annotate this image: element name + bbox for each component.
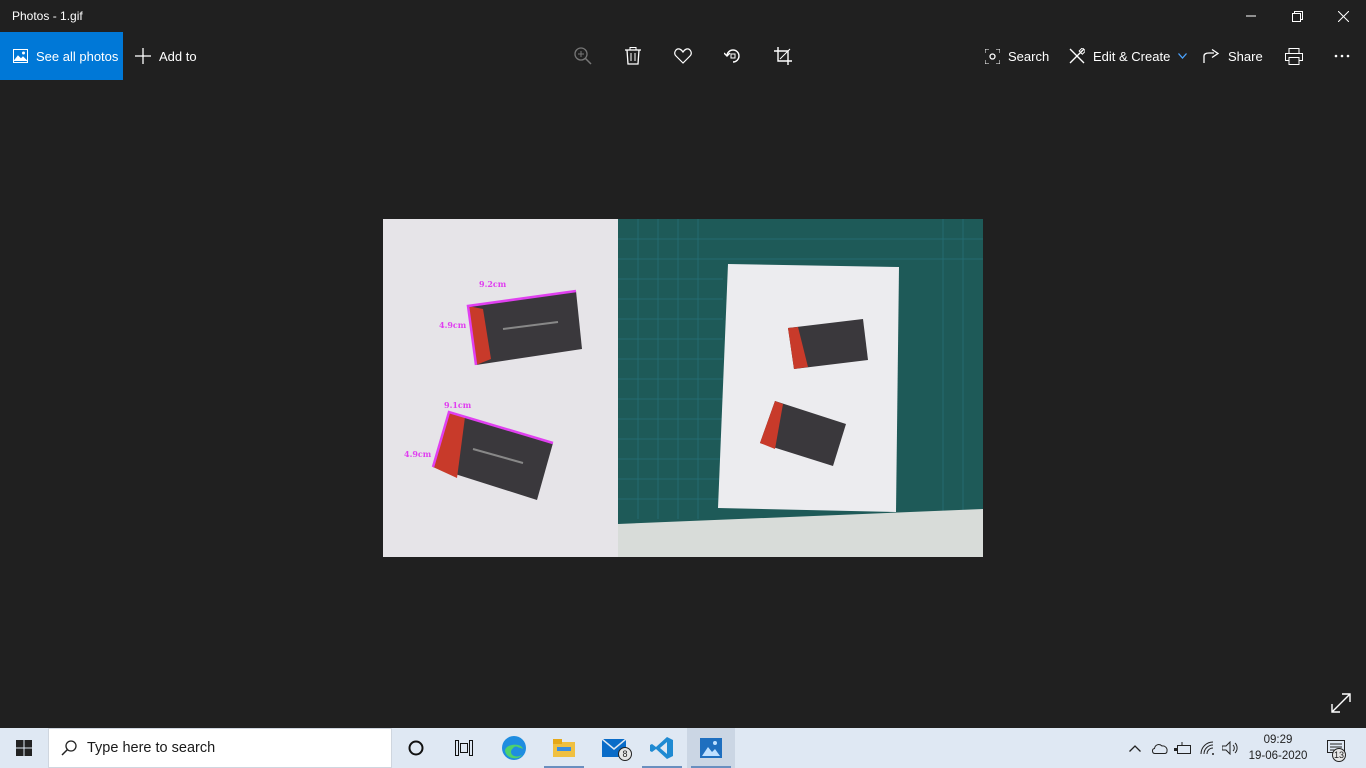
title-bar: Photos - 1.gif xyxy=(0,0,1366,32)
battery-icon xyxy=(1173,742,1191,754)
wifi-icon xyxy=(1200,741,1214,755)
add-to-label: Add to xyxy=(159,48,197,64)
photos-app-icon xyxy=(700,738,722,758)
close-button[interactable] xyxy=(1320,0,1366,32)
card2-width-label: 9.1cm xyxy=(444,400,472,410)
notification-badge: 13 xyxy=(1332,748,1346,762)
windows-icon xyxy=(16,740,32,756)
full-screen-icon[interactable] xyxy=(1330,692,1354,716)
share-icon xyxy=(1203,48,1220,63)
search-button[interactable]: Search xyxy=(985,32,1049,80)
edge-button[interactable] xyxy=(490,728,538,768)
add-to-button[interactable]: Add to xyxy=(135,32,197,80)
card1-height-label: 4.9cm xyxy=(439,320,467,330)
mail-button[interactable]: 8 xyxy=(590,728,638,768)
edit-create-button[interactable]: Edit & Create xyxy=(1069,32,1188,80)
more-icon[interactable] xyxy=(1330,44,1354,68)
clock-date: 19-06-2020 xyxy=(1248,750,1308,762)
share-button[interactable]: Share xyxy=(1203,32,1263,80)
rotate-icon[interactable] xyxy=(721,44,745,68)
toolbar: See all photos Add to Search Edit & Crea… xyxy=(0,32,1366,80)
favorite-icon[interactable] xyxy=(671,44,695,68)
card1-width-label: 9.2cm xyxy=(479,279,507,289)
vscode-button[interactable] xyxy=(638,728,686,768)
see-all-photos-label: See all photos xyxy=(36,48,119,64)
restore-icon xyxy=(1291,10,1303,22)
taskbar-search-box[interactable]: Type here to search xyxy=(48,728,392,768)
clock-time: 09:29 xyxy=(1263,734,1293,746)
vscode-icon xyxy=(650,737,673,759)
battery-button[interactable] xyxy=(1172,728,1192,768)
clock[interactable]: 09:29 19-06-2020 xyxy=(1246,732,1310,764)
task-view-button[interactable] xyxy=(440,728,488,768)
cortana-icon xyxy=(408,740,424,756)
edge-icon xyxy=(502,736,526,760)
edit-create-label: Edit & Create xyxy=(1093,48,1171,64)
onedrive-button[interactable] xyxy=(1149,728,1169,768)
photo-viewer: 9.2cm 4.9cm 9.1cm 4.9cm xyxy=(0,80,1366,728)
mail-badge: 8 xyxy=(618,747,632,761)
restore-button[interactable] xyxy=(1274,0,1320,32)
cortana-button[interactable] xyxy=(392,728,440,768)
search-icon xyxy=(61,740,77,756)
close-icon xyxy=(1337,10,1349,22)
print-icon[interactable] xyxy=(1282,44,1306,68)
zoom-in-icon[interactable] xyxy=(571,44,595,68)
plus-icon xyxy=(135,48,151,64)
window-title: Photos - 1.gif xyxy=(12,9,83,23)
task-view-icon xyxy=(455,740,473,756)
search-placeholder: Type here to search xyxy=(87,740,216,756)
crop-icon[interactable] xyxy=(771,44,795,68)
action-center-button[interactable]: 13 xyxy=(1318,728,1354,768)
photos-app-button[interactable] xyxy=(687,728,735,768)
volume-button[interactable] xyxy=(1220,728,1242,768)
show-hidden-icons-button[interactable] xyxy=(1126,728,1144,768)
chevron-up-icon xyxy=(1129,744,1141,752)
edit-icon xyxy=(1069,48,1085,64)
file-explorer-button[interactable] xyxy=(540,728,588,768)
network-button[interactable] xyxy=(1198,728,1218,768)
start-button[interactable] xyxy=(0,728,48,768)
folder-icon xyxy=(553,739,575,757)
share-label: Share xyxy=(1228,48,1263,64)
chevron-down-icon xyxy=(1178,53,1188,59)
search-label: Search xyxy=(1008,48,1050,64)
visual-search-icon xyxy=(985,48,1000,64)
card2-height-label: 4.9cm xyxy=(404,449,432,459)
minimize-button[interactable] xyxy=(1228,0,1274,32)
see-all-photos-button[interactable]: See all photos xyxy=(0,32,123,80)
cloud-icon xyxy=(1151,743,1168,754)
taskbar: Type here to search 8 09:29 19-06-2020 1… xyxy=(0,728,1366,768)
minimize-icon xyxy=(1246,15,1256,17)
photos-icon xyxy=(13,49,28,63)
photo-image[interactable]: 9.2cm 4.9cm 9.1cm 4.9cm xyxy=(383,219,983,557)
speaker-icon xyxy=(1222,741,1238,755)
delete-icon[interactable] xyxy=(621,44,645,68)
